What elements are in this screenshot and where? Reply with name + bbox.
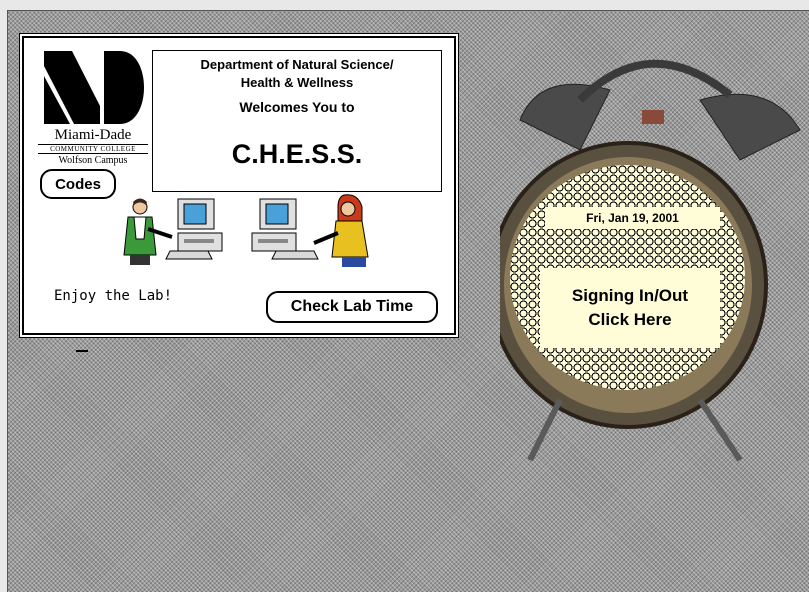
enjoy-text: Enjoy the Lab!: [54, 288, 173, 304]
program-title: C.H.E.S.S.: [231, 139, 363, 169]
college-logo-mark-icon: [44, 51, 144, 124]
clock-date: Fri, Jan 19, 2001: [545, 207, 720, 229]
welcome-card: Miami-Dade COMMUNITY COLLEGE Wolfson Cam…: [22, 36, 456, 335]
window-left-frame: [0, 10, 8, 592]
check-lab-time-button[interactable]: Check Lab Time: [266, 291, 438, 323]
sign-in-out-label: Signing In/Out: [571, 286, 689, 305]
welcome-box: Department of Natural Science/ Health & …: [152, 50, 442, 192]
welcome-text: Welcomes You to: [239, 99, 355, 115]
window-top-frame: [0, 0, 809, 11]
click-here-label: Click Here: [588, 310, 672, 329]
stray-dash: [76, 350, 88, 352]
computer-lab-users-icon: [123, 194, 369, 267]
logo-college: COMMUNITY COLLEGE: [38, 144, 148, 154]
sign-in-out-button[interactable]: Signing In/Out Click Here: [540, 268, 720, 348]
logo-name: Miami-Dade: [54, 127, 132, 143]
department-line2: Health & Wellness: [240, 75, 354, 90]
logo-campus: Wolfson Campus: [58, 155, 128, 166]
department-line1: Department of Natural Science/: [200, 57, 394, 72]
